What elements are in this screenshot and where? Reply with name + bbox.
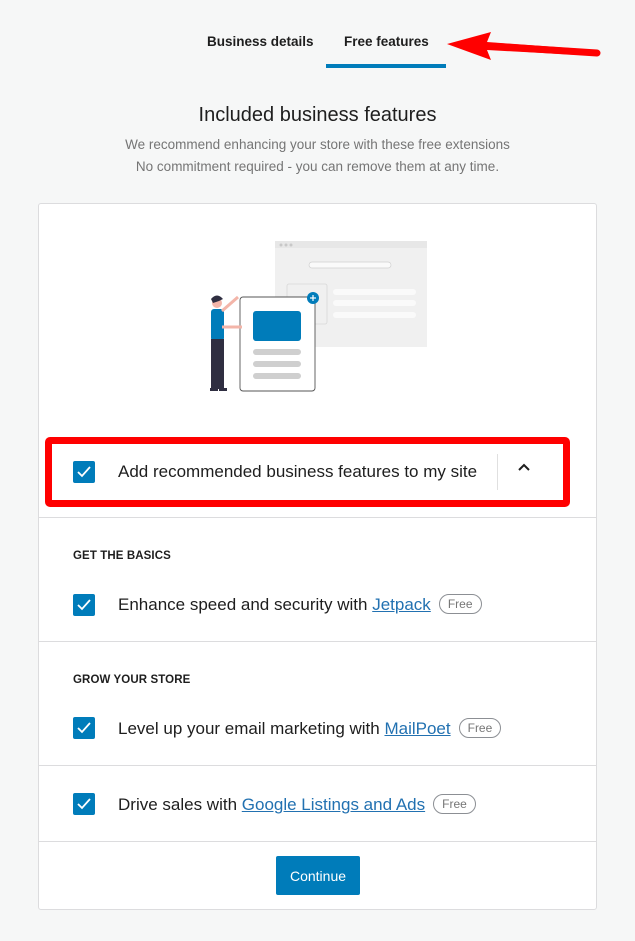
continue-button[interactable]: Continue bbox=[276, 856, 360, 895]
page-subtitle-note: No commitment required - you can remove … bbox=[135, 159, 500, 174]
jetpack-link[interactable]: Jetpack bbox=[372, 595, 431, 614]
free-badge: Free bbox=[438, 594, 482, 614]
page-title: Included business features bbox=[198, 104, 437, 126]
tab-business-details[interactable]: Business details bbox=[207, 34, 314, 49]
divider bbox=[39, 517, 596, 518]
google-listings-item: Drive sales with Google Listings and Ads… bbox=[118, 794, 476, 815]
active-tab-indicator bbox=[326, 64, 446, 68]
jetpack-checkbox[interactable] bbox=[73, 594, 95, 616]
mailpoet-checkbox[interactable] bbox=[73, 717, 95, 739]
checkmark-icon bbox=[77, 599, 91, 611]
mailpoet-link[interactable]: MailPoet bbox=[384, 719, 450, 738]
item-text: Level up your email marketing with bbox=[118, 719, 385, 738]
checkmark-icon bbox=[77, 798, 91, 810]
tab-free-features[interactable]: Free features bbox=[344, 34, 429, 49]
page-subtitle: We recommend enhancing your store with t… bbox=[125, 137, 510, 152]
annotation-highlight-box bbox=[45, 437, 570, 507]
item-text: Enhance speed and security with bbox=[118, 595, 373, 614]
annotation-arrow-icon bbox=[447, 32, 601, 60]
jetpack-item: Enhance speed and security with Jetpack F… bbox=[118, 594, 482, 615]
section-title-grow-your-store: GROW YOUR STORE bbox=[73, 674, 191, 686]
google-listings-checkbox[interactable] bbox=[73, 793, 95, 815]
divider bbox=[39, 765, 596, 766]
item-text: Drive sales with bbox=[118, 795, 242, 814]
google-listings-link[interactable]: Google Listings and Ads bbox=[242, 795, 425, 814]
divider bbox=[39, 641, 596, 642]
business-features-illustration bbox=[210, 241, 427, 392]
features-card: Add recommended business features to my … bbox=[38, 203, 597, 910]
checkmark-icon bbox=[77, 722, 91, 734]
free-badge: Free bbox=[433, 794, 476, 814]
mailpoet-item: Level up your email marketing with MailP… bbox=[118, 718, 502, 739]
divider bbox=[39, 841, 596, 842]
section-title-get-the-basics: GET THE BASICS bbox=[73, 550, 171, 562]
free-badge: Free bbox=[458, 718, 502, 738]
